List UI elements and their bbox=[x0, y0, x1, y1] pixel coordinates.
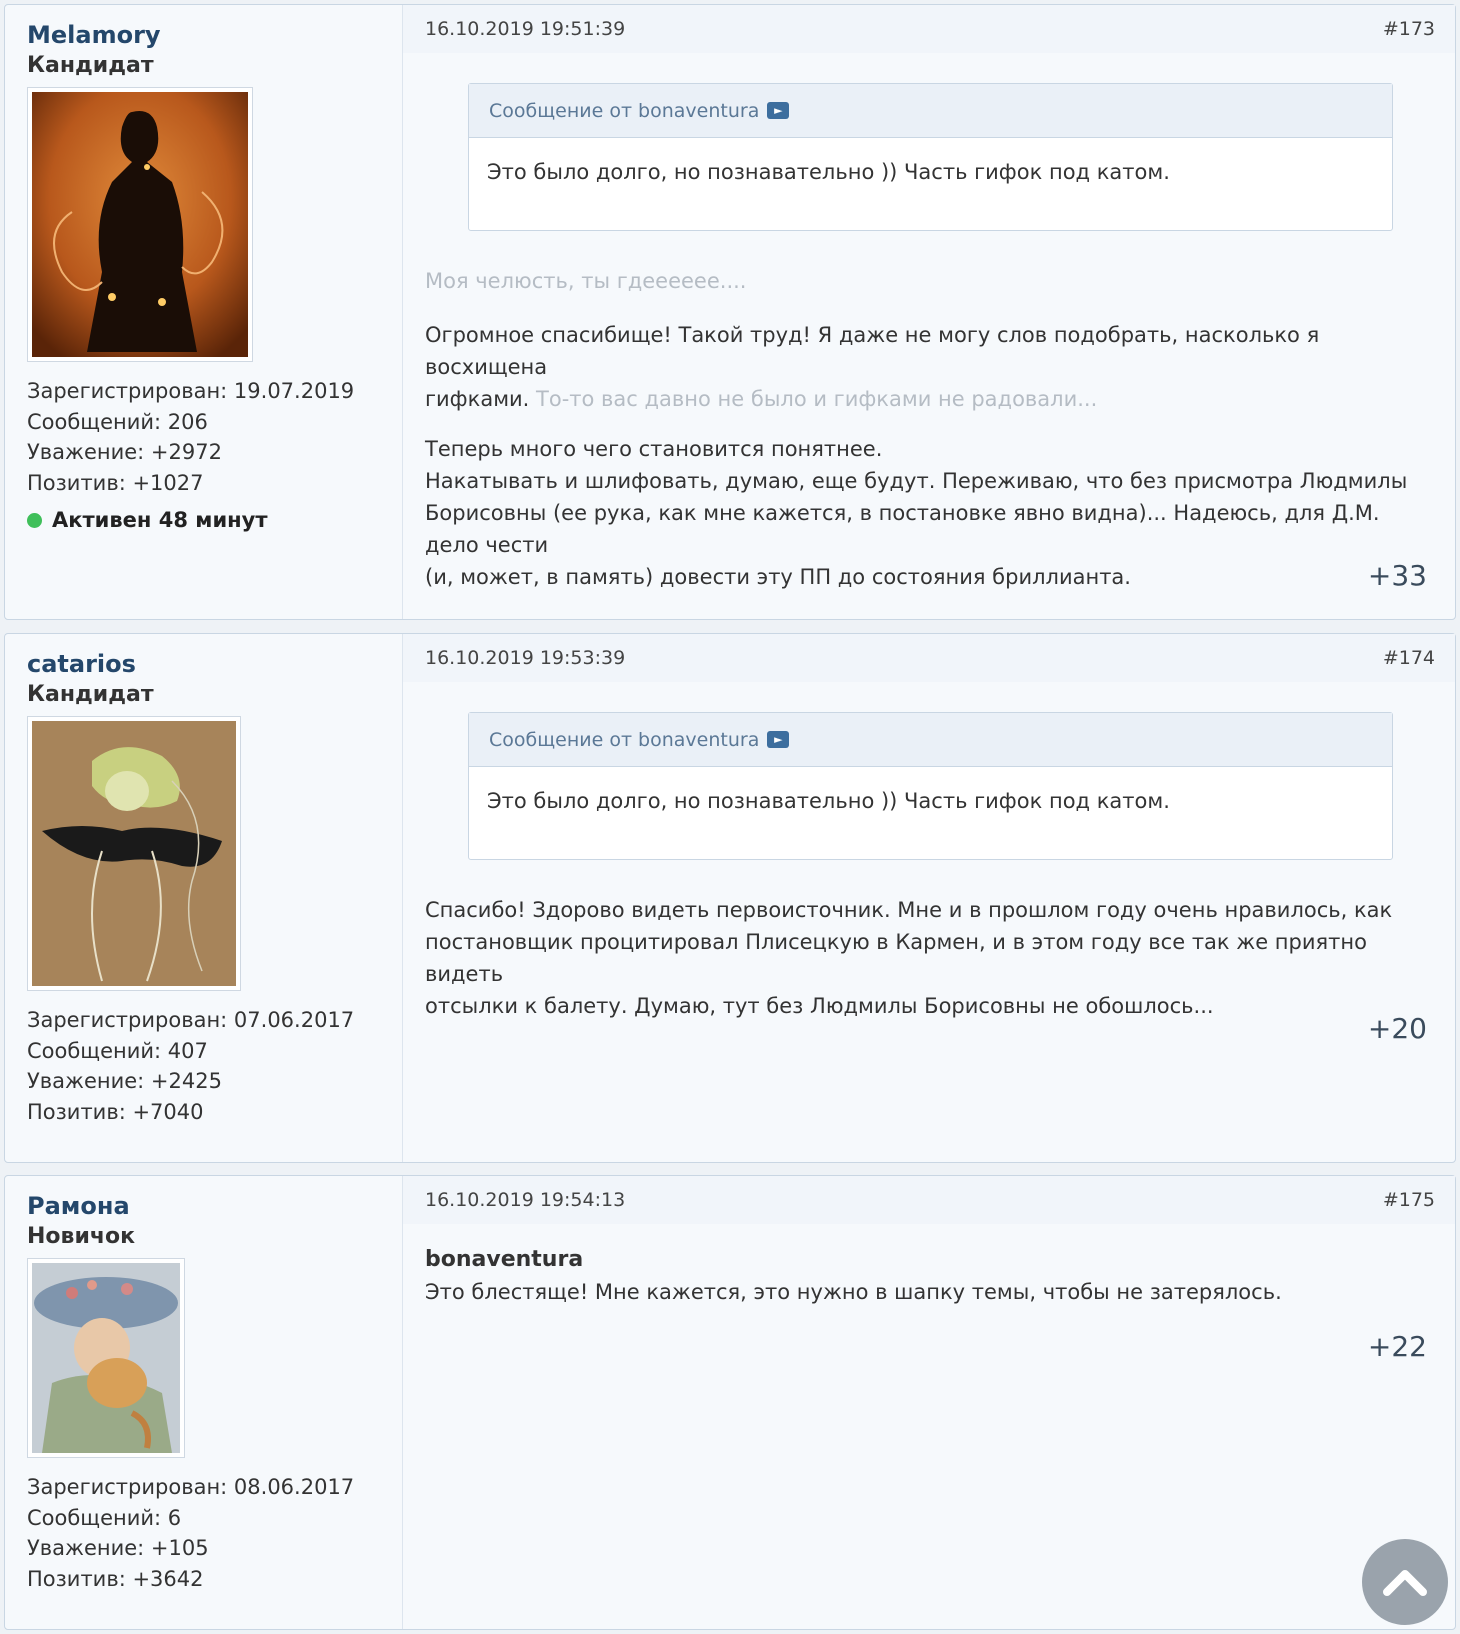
post-number-link[interactable]: #174 bbox=[1383, 647, 1435, 669]
paragraph-text: гифками. bbox=[425, 387, 530, 411]
online-status-text: Активен 48 минут bbox=[52, 508, 268, 532]
quote-text: Это было долго, но познавательно )) Част… bbox=[487, 789, 1170, 813]
positive-count: Позитив: +7040 bbox=[27, 1099, 204, 1124]
post-author-panel: Рамона Новичок Зарегистрирован: 08.06.20… bbox=[5, 1176, 403, 1629]
paragraph-line: постановщик процитировал Плисецкую в Кар… bbox=[425, 930, 1367, 986]
quote-header-text: Сообщение от bonaventura bbox=[489, 728, 760, 751]
username-link[interactable]: Melamory bbox=[27, 19, 402, 51]
post-number-link[interactable]: #175 bbox=[1383, 1189, 1435, 1211]
quote-header: Сообщение от bonaventura ► bbox=[469, 84, 1392, 138]
avatar[interactable] bbox=[27, 1258, 185, 1458]
post-header: 16.10.2019 19:53:39 #174 bbox=[403, 634, 1455, 682]
quote-block: Сообщение от bonaventura ► Это было долг… bbox=[468, 83, 1393, 231]
avatar[interactable] bbox=[27, 716, 241, 991]
post-rating[interactable]: +22 bbox=[1368, 1330, 1427, 1363]
chevron-up-icon bbox=[1383, 1570, 1427, 1596]
quote-text: Это было долго, но познавательно )) Част… bbox=[487, 160, 1170, 184]
paragraph-line: Это блестяще! Мне кажется, это нужно в ш… bbox=[425, 1280, 1282, 1304]
faded-text: То-то вас давно не было и гифками не рад… bbox=[536, 387, 1098, 411]
forum-post: Melamory Кандидат Зарегистрирован: 19.07… bbox=[4, 4, 1456, 620]
view-post-icon[interactable]: ► bbox=[767, 102, 790, 119]
avatar-image bbox=[32, 1263, 180, 1453]
post-header: 16.10.2019 19:54:13 #175 bbox=[403, 1176, 1455, 1224]
user-rank: Новичок bbox=[27, 1224, 136, 1249]
online-status: Активен 48 минут bbox=[27, 508, 402, 532]
registered-date: Зарегистрирован: 08.06.2017 bbox=[27, 1475, 355, 1499]
paragraph-line: Теперь много чего становится понятнее. bbox=[425, 437, 883, 461]
post-header: 16.10.2019 19:51:39 #173 bbox=[403, 5, 1455, 53]
post-body: bonaventura Это блестяще! Мне кажется, э… bbox=[403, 1244, 1455, 1308]
post-content: 16.10.2019 19:51:39 #173 Сообщение от bo… bbox=[403, 5, 1455, 619]
post-content: 16.10.2019 19:53:39 #174 Сообщение от bo… bbox=[403, 634, 1455, 1162]
username-link[interactable]: Рамона bbox=[27, 1190, 402, 1222]
quote-block: Сообщение от bonaventura ► Это было долг… bbox=[468, 712, 1393, 860]
avatar-image bbox=[32, 721, 236, 986]
post-rating[interactable]: +20 bbox=[1368, 1012, 1427, 1045]
post-datetime: 16.10.2019 19:53:39 bbox=[425, 647, 626, 669]
avatar-image bbox=[32, 92, 248, 357]
quoted-author[interactable]: bonaventura bbox=[403, 1244, 1455, 1276]
user-rank: Кандидат bbox=[27, 53, 154, 78]
post-author-panel: catarios Кандидат Зарегистрирован: 07.06… bbox=[5, 634, 403, 1162]
online-dot-icon bbox=[27, 512, 42, 528]
positive-count: Позитив: +3642 bbox=[27, 1566, 204, 1591]
respect-count: Уважение: +2425 bbox=[27, 1069, 222, 1093]
post-number-link[interactable]: #173 bbox=[1383, 18, 1435, 40]
registered-date: Зарегистрирован: 07.06.2017 bbox=[27, 1008, 355, 1032]
paragraph-line: (и, может, в память) довести эту ПП до с… bbox=[425, 565, 1131, 589]
avatar[interactable] bbox=[27, 87, 253, 362]
messages-count: Сообщений: 407 bbox=[27, 1038, 208, 1063]
positive-count: Позитив: +1027 bbox=[27, 470, 204, 495]
forum-post: catarios Кандидат Зарегистрирован: 07.06… bbox=[4, 633, 1456, 1163]
messages-count: Сообщений: 6 bbox=[27, 1505, 182, 1530]
post-datetime: 16.10.2019 19:54:13 bbox=[425, 1189, 626, 1211]
post-rating[interactable]: +33 bbox=[1368, 559, 1427, 592]
paragraph-line: Накатывать и шлифовать, думаю, еще будут… bbox=[425, 469, 1408, 493]
user-rank: Кандидат bbox=[27, 682, 154, 707]
post-body: Моя челюсть, ты гдееееее.... Огромное сп… bbox=[403, 265, 1455, 593]
forum-post: Рамона Новичок Зарегистрирован: 08.06.20… bbox=[4, 1175, 1456, 1630]
scroll-to-top-button[interactable] bbox=[1362, 1539, 1448, 1625]
post-content: 16.10.2019 19:54:13 #175 bonaventura Это… bbox=[403, 1176, 1455, 1629]
respect-count: Уважение: +2972 bbox=[27, 440, 222, 464]
username-link[interactable]: catarios bbox=[27, 648, 402, 680]
paragraph-line: Огромное спасибище! Такой труд! Я даже н… bbox=[425, 323, 1320, 379]
paragraph-line: отсылки к балету. Думаю, тут без Людмилы… bbox=[425, 994, 1214, 1018]
respect-count: Уважение: +105 bbox=[27, 1536, 209, 1560]
post-datetime: 16.10.2019 19:51:39 bbox=[425, 18, 626, 40]
paragraph-line: гифками. То-то вас давно не было и гифка… bbox=[425, 383, 1425, 415]
registered-date: Зарегистрирован: 19.07.2019 bbox=[27, 379, 355, 403]
post-author-panel: Melamory Кандидат Зарегистрирован: 19.07… bbox=[5, 5, 403, 619]
messages-count: Сообщений: 206 bbox=[27, 409, 208, 434]
quote-header-text: Сообщение от bonaventura bbox=[489, 99, 760, 122]
quote-header: Сообщение от bonaventura ► bbox=[469, 713, 1392, 767]
post-body: Спасибо! Здорово видеть первоисточник. М… bbox=[403, 894, 1455, 1022]
faded-text: Моя челюсть, ты гдееееее.... bbox=[425, 269, 747, 293]
paragraph-line: Спасибо! Здорово видеть первоисточник. М… bbox=[425, 898, 1393, 922]
view-post-icon[interactable]: ► bbox=[767, 731, 790, 748]
paragraph-line: Борисовны (ее рука, как мне кажется, в п… bbox=[425, 501, 1380, 557]
